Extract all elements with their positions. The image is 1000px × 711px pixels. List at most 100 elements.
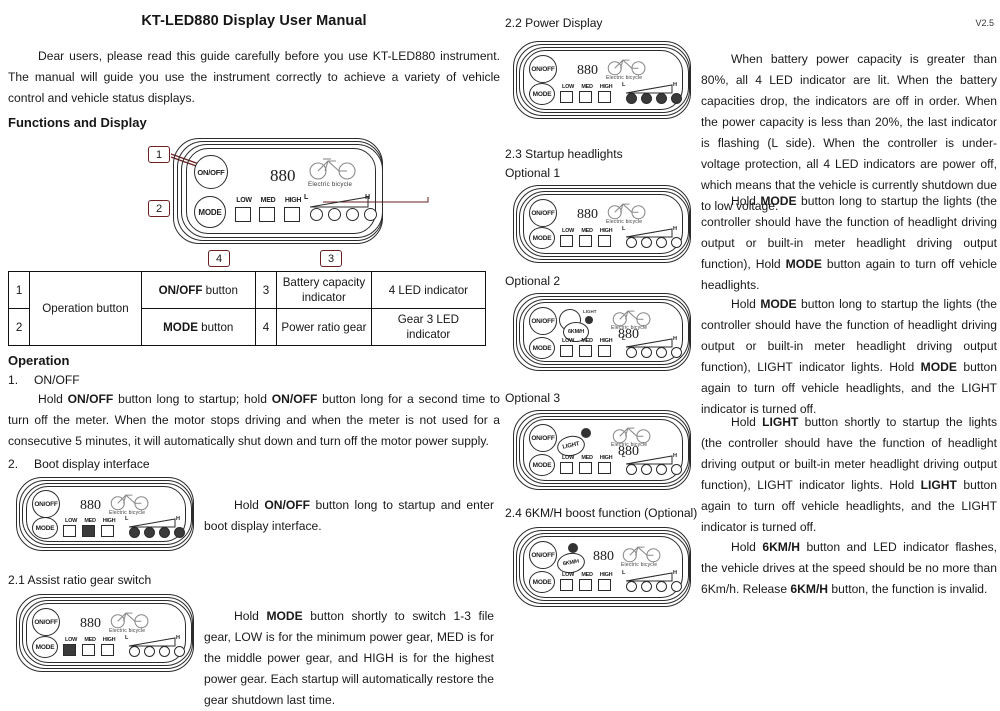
opt1-b2: MODE <box>785 257 822 271</box>
boot-display-figure: ON/OFF MODE LOW MED HIGH 880 Electric bi… <box>8 473 500 555</box>
opt1-led-4 <box>671 237 682 248</box>
opt1-gear-box-low[interactable] <box>560 235 573 247</box>
op2-b1: ON/OFF <box>264 498 311 512</box>
mode-button[interactable]: MODE <box>194 196 226 228</box>
boot-gear-box-high[interactable] <box>101 525 114 537</box>
op1-b1: ON/OFF <box>67 392 114 406</box>
opt3-gear-box-med[interactable] <box>579 462 592 474</box>
opt2-onoff-button[interactable]: ON/OFF <box>529 307 557 335</box>
s22-mode-button[interactable]: MODE <box>529 83 555 105</box>
s24-led-1 <box>626 581 637 592</box>
opt3-led-2 <box>641 464 652 475</box>
op2-number: 2. <box>8 457 19 471</box>
s21-led-1 <box>129 646 140 657</box>
s24-gear-box-med[interactable] <box>579 579 592 591</box>
gear-label-high: HIGH <box>284 197 302 204</box>
s24-mode-button[interactable]: MODE <box>529 571 555 593</box>
s21-mode-button[interactable]: MODE <box>32 636 58 658</box>
s22-onoff-button[interactable]: ON/OFF <box>529 55 557 83</box>
s21-body: Hold MODE button shortly to switch 1-3 f… <box>204 606 494 711</box>
row-index2-3: 3 <box>254 271 278 309</box>
gear-box-high[interactable] <box>284 207 300 222</box>
s21-brand-text: Electric bicycle <box>109 628 146 634</box>
manual-page: KT-LED880 Display User Manual Dear users… <box>0 0 1000 707</box>
boot-mode-button[interactable]: MODE <box>32 517 58 539</box>
opt3-led-3 <box>656 464 667 475</box>
opt2-mode-button[interactable]: MODE <box>529 337 555 359</box>
opt2-gear-box-med[interactable] <box>579 345 592 357</box>
opt3-mode-button[interactable]: MODE <box>529 454 555 476</box>
s24-b2: 6KM/H <box>790 582 829 596</box>
s24-onoff-button[interactable]: ON/OFF <box>529 541 557 569</box>
opt3-brand-text: Electric bicycle <box>611 442 648 448</box>
s24-scale-low: L <box>622 570 626 576</box>
s24-gear-box-high[interactable] <box>598 579 611 591</box>
gear-box-low[interactable] <box>235 207 251 222</box>
s22-gear-box-med[interactable] <box>579 91 592 103</box>
opt1-led-3 <box>656 237 667 248</box>
s22-led-1 <box>626 93 637 104</box>
bicycle-icon <box>309 158 356 180</box>
op2-t1: Hold <box>234 498 265 512</box>
opt1-b1: MODE <box>760 194 797 208</box>
s22-display-number: 880 <box>577 63 598 78</box>
opt3-onoff-button[interactable]: ON/OFF <box>529 424 557 452</box>
onoff-button-cell: ON/OFF button <box>140 271 256 309</box>
callout-1: 1 <box>148 146 170 163</box>
s22-gear-box-low[interactable] <box>560 91 573 103</box>
opt3-body: Hold LIGHT button shortly to startup the… <box>701 412 997 538</box>
opt1-scale-low: L <box>622 226 626 232</box>
intro-paragraph: Dear users, please read this guide caref… <box>8 49 500 105</box>
led-indicator-2 <box>328 208 341 221</box>
op1-number: 1. <box>8 373 19 387</box>
boot-onoff-button[interactable]: ON/OFF <box>32 490 60 518</box>
optional-3-figure: ON/OFF LIGHT MODE LOW MED HIGH 880 Elect… <box>505 408 1000 534</box>
s24-t1: Hold <box>731 540 763 554</box>
opt1-gear-box-high[interactable] <box>598 235 611 247</box>
gear-label-med: MED <box>260 197 276 204</box>
s22-gear-low: LOW <box>562 84 574 90</box>
opt3-led-1 <box>626 464 637 475</box>
s21-gear-box-low[interactable] <box>63 644 76 656</box>
boot-led-1 <box>129 527 140 538</box>
s21-gear-box-med[interactable] <box>82 644 95 656</box>
s24-gear-low: LOW <box>562 572 574 578</box>
opt3-gear-med: MED <box>581 455 593 461</box>
s22-brand-text: Electric bicycle <box>606 75 643 81</box>
opt1-gear-high: HIGH <box>599 228 613 234</box>
boot-gear-box-low[interactable] <box>63 525 76 537</box>
opt1-body: Hold MODE button long to startup the lig… <box>701 191 997 296</box>
gear-label-low: LOW <box>236 197 252 204</box>
s21-led-3 <box>159 646 170 657</box>
opt2-gear-box-low[interactable] <box>560 345 573 357</box>
functions-heading: Functions and Display <box>8 115 147 130</box>
version-label: V2.5 <box>975 18 994 28</box>
row-index-2: 2 <box>7 308 31 346</box>
boot-gear-high: HIGH <box>102 518 116 524</box>
onoff-button[interactable]: ON/OFF <box>194 155 228 189</box>
s22-gear-box-high[interactable] <box>598 91 611 103</box>
boot-led-2 <box>144 527 155 538</box>
opt3-led-4 <box>671 464 682 475</box>
opt3-gear-box-high[interactable] <box>598 462 611 474</box>
opt2-led-2 <box>641 347 652 358</box>
s24-gear-box-low[interactable] <box>560 579 573 591</box>
boot-gear-box-med[interactable] <box>82 525 95 537</box>
gear-box-med[interactable] <box>259 207 275 222</box>
led-indicator-3 <box>346 208 359 221</box>
opt3-gear-box-low[interactable] <box>560 462 573 474</box>
s21-led-2 <box>144 646 155 657</box>
s24-boost-indicator <box>568 543 578 553</box>
s24-bicycle-icon <box>622 546 661 563</box>
opt1-gear-box-med[interactable] <box>579 235 592 247</box>
opt3-light-indicator <box>581 428 591 438</box>
opt1-onoff-button[interactable]: ON/OFF <box>529 199 557 227</box>
opt1-mode-button[interactable]: MODE <box>529 227 555 249</box>
onoff-rest: button <box>202 283 238 297</box>
opt2-gear-box-high[interactable] <box>598 345 611 357</box>
s21-onoff-button[interactable]: ON/OFF <box>32 608 60 636</box>
s24-gear-high: HIGH <box>599 572 613 578</box>
opt2-b2: MODE <box>920 360 957 374</box>
s21-gear-box-high[interactable] <box>101 644 114 656</box>
boot-bicycle-icon <box>110 494 149 511</box>
